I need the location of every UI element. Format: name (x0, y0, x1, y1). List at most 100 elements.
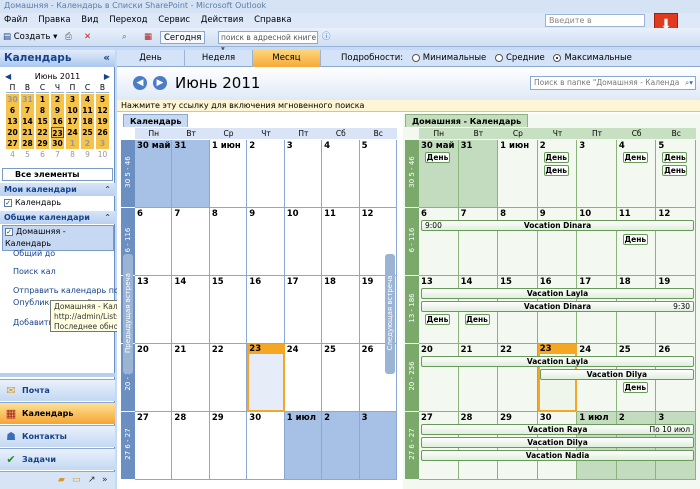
notes-icon[interactable]: ▰ (58, 475, 65, 485)
nav-link-share[interactable]: Общий до (13, 249, 55, 258)
nav-button-tasks[interactable]: ✔ Задачи (0, 448, 115, 470)
menu-help[interactable]: Справка (254, 13, 291, 27)
calendar-item-shared[interactable]: ✓ Домашняя - Календарь (2, 225, 114, 251)
day-cell[interactable]: 6 (135, 208, 173, 276)
day-cell[interactable]: 28 (172, 412, 210, 480)
day-cell[interactable]: 12 (656, 208, 696, 276)
day-cell[interactable]: 15 (209, 276, 248, 344)
day-cell[interactable]: 7 (458, 208, 499, 276)
radio-max[interactable] (553, 53, 562, 62)
day-cell[interactable]: 22 (209, 344, 248, 412)
mini-calendar-day[interactable]: 18 (81, 116, 94, 127)
day-cell[interactable]: 16 (247, 276, 285, 344)
checkbox-icon[interactable]: ✓ (5, 227, 13, 236)
mini-calendar-day[interactable]: 13 (6, 116, 19, 127)
menu-actions[interactable]: Действия (201, 13, 244, 27)
day-cell[interactable]: 21 (172, 344, 210, 412)
mini-calendar-day[interactable]: 6 (36, 149, 49, 160)
calendar-icon[interactable]: ▦ (144, 31, 152, 44)
day-cell[interactable]: 30 май (135, 140, 173, 208)
mini-calendar-day[interactable]: 4 (81, 94, 94, 105)
day-cell[interactable]: 30 (247, 412, 285, 480)
calendar-event[interactable]: Vacation Dilya (539, 369, 694, 380)
menu-tools[interactable]: Сервис (158, 13, 190, 27)
splitter[interactable] (0, 373, 115, 377)
instant-search-infobar[interactable]: Нажмите эту ссылку для включения мгновен… (117, 100, 700, 112)
day-cell[interactable]: 7 (172, 208, 210, 276)
week-label[interactable]: 30 5 - 46 (405, 140, 419, 207)
left-calendar-pane-tab[interactable]: Календарь (123, 114, 189, 127)
nav-link-send[interactable]: Отправить календарь по эл (13, 286, 131, 295)
mini-calendar-day[interactable]: 3 (96, 138, 109, 149)
help-search-input[interactable]: Введите в (545, 14, 645, 27)
calendar-event-day[interactable]: День (662, 165, 688, 176)
mini-calendar-day[interactable]: 22 (36, 127, 49, 138)
week-label[interactable]: 20 - 256 (405, 344, 419, 411)
mini-calendar-day[interactable]: 24 (66, 127, 79, 138)
day-cell[interactable]: 25 (322, 344, 360, 412)
next-month-icon[interactable]: ▶ (104, 72, 110, 81)
new-button[interactable]: ▤ Создать ▾ (3, 31, 57, 44)
mini-calendar-day[interactable]: 2 (51, 94, 64, 105)
calendar-event[interactable]: Vacation Nadia (421, 450, 694, 461)
day-cell[interactable]: 4 (616, 140, 657, 208)
collapse-icon[interactable]: « (103, 50, 110, 67)
mini-calendar-day[interactable]: 27 (6, 138, 19, 149)
mini-calendar-day[interactable]: 4 (6, 149, 19, 160)
print-icon[interactable]: ⎙ (65, 31, 72, 44)
mini-calendar-day[interactable]: 29 (36, 138, 49, 149)
mini-calendar-day[interactable]: 21 (21, 127, 34, 138)
day-cell[interactable]: 30 май (419, 140, 459, 208)
day-cell[interactable]: 22 (498, 344, 538, 412)
mini-calendar-day[interactable]: 28 (21, 138, 34, 149)
menu-view[interactable]: Вид (81, 13, 98, 27)
day-cell[interactable]: 10 (284, 208, 323, 276)
mini-calendar-day[interactable]: 30 (6, 94, 19, 105)
calendar-event-day[interactable]: День (464, 314, 490, 325)
mini-calendar-day[interactable]: 3 (66, 94, 79, 105)
mini-calendar-day[interactable]: 5 (96, 94, 109, 105)
radio-mid[interactable] (495, 53, 503, 62)
shortcut-icon[interactable]: ↗ (88, 475, 96, 485)
day-cell[interactable]: 3 (359, 412, 397, 480)
calendar-event-day[interactable]: День (425, 314, 450, 325)
calendar-event[interactable]: Vacation Layla (421, 288, 694, 299)
instant-search-input[interactable]: Поиск в папке "Домашняя - Календа ⌕▾ (530, 76, 696, 90)
mini-calendar-day[interactable]: 5 (21, 149, 34, 160)
calendar-event[interactable]: Vacation Dinara 9:30 (421, 301, 694, 312)
radio-min[interactable] (411, 53, 420, 62)
day-cell[interactable]: 8 (498, 208, 538, 276)
calendar-event-day[interactable]: День (662, 152, 688, 163)
calendar-event-day[interactable]: День (622, 234, 648, 245)
back-arrow-icon[interactable]: ◀ (133, 76, 147, 90)
day-cell[interactable]: 1 июн (209, 140, 248, 208)
mini-calendar-day[interactable]: 20 (6, 127, 19, 138)
view-month-tab[interactable]: Месяц (253, 50, 321, 67)
mini-calendar-day[interactable]: 6 (6, 105, 19, 116)
nav-link-search[interactable]: Поиск кал (13, 267, 56, 276)
calendar-event-day[interactable]: День (543, 152, 569, 163)
day-cell[interactable]: 2 (247, 140, 285, 208)
day-cell[interactable]: 20 (419, 344, 459, 412)
mini-calendar-day[interactable]: 7 (21, 105, 34, 116)
search-icon[interactable]: ⌕▾ (685, 77, 693, 89)
side-next-appointment[interactable]: Следующая встреча (385, 254, 395, 374)
mini-calendar-day[interactable]: 8 (66, 149, 79, 160)
calendar-event[interactable]: Vacation Layla (421, 356, 694, 367)
day-cell[interactable]: 11 (322, 208, 360, 276)
week-label[interactable]: 27 6 - 27 (121, 412, 135, 479)
day-cell[interactable]: 13 (135, 276, 173, 344)
calendar-event[interactable]: Vacation Dilya (421, 437, 694, 448)
calendar-event-day[interactable]: День (543, 165, 569, 176)
day-cell[interactable]: 5 (359, 140, 397, 208)
mini-calendar-day[interactable]: 19 (96, 116, 109, 127)
help-icon[interactable]: ⓘ (322, 31, 331, 44)
day-cell[interactable]: 20 (135, 344, 173, 412)
day-cell[interactable]: 24 (284, 344, 323, 412)
nav-button-contacts[interactable]: ☗ Контакты (0, 425, 115, 447)
mini-calendar-day[interactable]: 26 (96, 127, 109, 138)
delete-icon[interactable]: ✕ (84, 31, 91, 44)
nav-button-calendar[interactable]: ▦ Календарь (0, 402, 115, 424)
view-day-tab[interactable]: День (117, 50, 185, 67)
right-calendar-pane-tab[interactable]: Домашняя - Календарь (405, 114, 529, 127)
